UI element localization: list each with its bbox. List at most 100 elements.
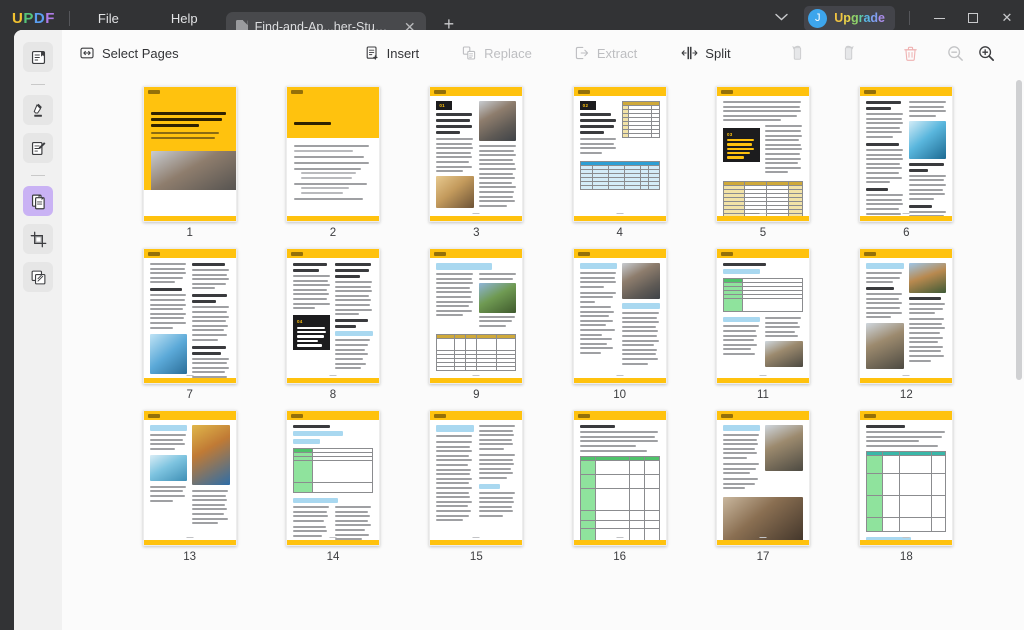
page-logo-icon bbox=[720, 251, 733, 256]
page-thumbnail-11[interactable] bbox=[715, 248, 810, 384]
upgrade-letter-5: a bbox=[863, 11, 871, 25]
split-button[interactable]: Split bbox=[672, 40, 739, 66]
page-thumbnail-2[interactable] bbox=[285, 86, 380, 222]
rotate-left-button[interactable] bbox=[782, 38, 812, 68]
page-footer-bar bbox=[143, 216, 236, 221]
thumbnail-cell: 11 bbox=[691, 248, 834, 401]
page-header-bar bbox=[286, 411, 379, 420]
page-thumbnail-17[interactable] bbox=[715, 410, 810, 546]
upgrade-letter-3: g bbox=[850, 11, 859, 25]
sidebar-item-reader[interactable] bbox=[23, 42, 53, 72]
page-number: 7 bbox=[186, 389, 193, 401]
page-header-bar bbox=[860, 249, 953, 258]
delete-button[interactable] bbox=[896, 39, 925, 68]
thumbnail-scrollbar[interactable] bbox=[1015, 76, 1024, 630]
logo-letter-d: D bbox=[33, 9, 46, 27]
page-logo-icon bbox=[720, 89, 733, 94]
replace-label: Replace bbox=[484, 45, 532, 61]
page-thumbnail-4[interactable]: 02 bbox=[572, 86, 667, 222]
page-number: 4 bbox=[616, 227, 623, 239]
page-header-bar bbox=[430, 411, 523, 420]
rail-divider-2 bbox=[31, 175, 45, 176]
page-header-bar bbox=[716, 249, 809, 258]
thumbnail-cell: 9 bbox=[405, 248, 548, 401]
page-header-bar bbox=[286, 87, 379, 96]
page-footer-number bbox=[759, 536, 767, 538]
select-pages-button[interactable]: Select Pages bbox=[70, 40, 188, 66]
menu-file[interactable]: File bbox=[84, 7, 133, 30]
sidebar-item-highlighter[interactable] bbox=[23, 95, 53, 125]
page-footer-bar bbox=[573, 378, 666, 383]
chapter-number: 03 bbox=[726, 131, 733, 137]
page-number: 17 bbox=[756, 551, 770, 563]
page-thumbnail-18[interactable] bbox=[859, 410, 954, 546]
split-pages-icon bbox=[681, 46, 698, 60]
sidebar-item-organize-pages[interactable] bbox=[23, 186, 53, 216]
page-logo-icon bbox=[864, 413, 877, 418]
scholarship-table bbox=[436, 334, 517, 372]
page-thumbnail-10[interactable] bbox=[572, 248, 667, 384]
upgrade-letter-2: p bbox=[843, 11, 851, 25]
page-footer-bar bbox=[430, 378, 523, 383]
page-thumbnail-13[interactable] bbox=[142, 410, 237, 546]
thumbnail-cell: 16 bbox=[548, 410, 691, 563]
page-footer-bar bbox=[716, 378, 809, 383]
rotate-right-button[interactable] bbox=[834, 38, 864, 68]
insert-label: Insert bbox=[386, 45, 420, 61]
sidebar-item-edit[interactable] bbox=[23, 133, 53, 163]
page-thumbnail-6[interactable] bbox=[859, 86, 954, 222]
page-thumbnail-7[interactable] bbox=[142, 248, 237, 384]
page-content bbox=[286, 96, 379, 216]
zoom-in-button[interactable] bbox=[971, 38, 1002, 69]
page-number: 15 bbox=[469, 551, 483, 563]
menu-help[interactable]: Help bbox=[157, 7, 212, 30]
page-footer-number bbox=[329, 374, 337, 376]
page-footer-number bbox=[472, 536, 480, 538]
page-header-bar bbox=[143, 87, 236, 96]
page-footer-bar bbox=[573, 540, 666, 545]
page-footer-bar bbox=[286, 540, 379, 545]
thumbnail-cell: 6 bbox=[835, 86, 978, 239]
select-pages-label: Select Pages bbox=[102, 45, 179, 61]
page-number: 12 bbox=[899, 389, 913, 401]
chapter-number: 04 bbox=[296, 318, 303, 324]
page-thumbnail-panel[interactable]: 1 2 01 3 02 4 03 5 6 7 04 8 9 10 11 12 1… bbox=[62, 76, 1024, 630]
page-thumbnail-3[interactable]: 01 bbox=[429, 86, 524, 222]
page-footer-number bbox=[902, 374, 910, 376]
thumbnail-cell: 14 bbox=[261, 410, 404, 563]
page-thumbnail-5[interactable]: 03 bbox=[715, 86, 810, 222]
extract-button[interactable]: Extract bbox=[565, 40, 646, 66]
updf-logo: U P D F bbox=[12, 10, 55, 27]
scrollbar-thumb[interactable] bbox=[1016, 80, 1022, 380]
page-footer-bar bbox=[143, 540, 236, 545]
sidebar-item-stamp[interactable] bbox=[23, 262, 53, 292]
page-footer-bar bbox=[573, 216, 666, 221]
upgrade-button[interactable]: J U p g r a d e bbox=[804, 5, 895, 31]
extract-label: Extract bbox=[596, 45, 638, 61]
page-number: 14 bbox=[326, 551, 340, 563]
page-thumbnail-1[interactable] bbox=[142, 86, 237, 222]
page-thumbnail-14[interactable] bbox=[285, 410, 380, 546]
insert-button[interactable]: Insert bbox=[355, 40, 429, 66]
chapter-number: 01 bbox=[439, 103, 445, 108]
zoom-out-button[interactable] bbox=[940, 38, 971, 69]
replace-button[interactable]: Replace bbox=[452, 40, 541, 66]
sidebar-item-crop[interactable] bbox=[23, 224, 53, 254]
page-header-bar bbox=[286, 249, 379, 258]
chevron-down-icon[interactable] bbox=[765, 6, 798, 30]
page-thumbnail-15[interactable] bbox=[429, 410, 524, 546]
page-footer-number bbox=[902, 212, 910, 214]
page-logo-icon bbox=[147, 89, 160, 94]
page-footer-number bbox=[616, 212, 624, 214]
page-number: 3 bbox=[473, 227, 480, 239]
page-thumbnail-16[interactable] bbox=[572, 410, 667, 546]
chapter-box: 03 bbox=[722, 128, 761, 163]
chapter-box: 04 bbox=[292, 315, 331, 351]
page-thumbnail-8[interactable]: 04 bbox=[285, 248, 380, 384]
page-number: 18 bbox=[899, 551, 913, 563]
page-thumbnail-9[interactable] bbox=[429, 248, 524, 384]
page-thumbnail-12[interactable] bbox=[859, 248, 954, 384]
page-footer-number bbox=[616, 536, 624, 538]
page-header-bar bbox=[143, 249, 236, 258]
universities-table bbox=[622, 101, 660, 138]
